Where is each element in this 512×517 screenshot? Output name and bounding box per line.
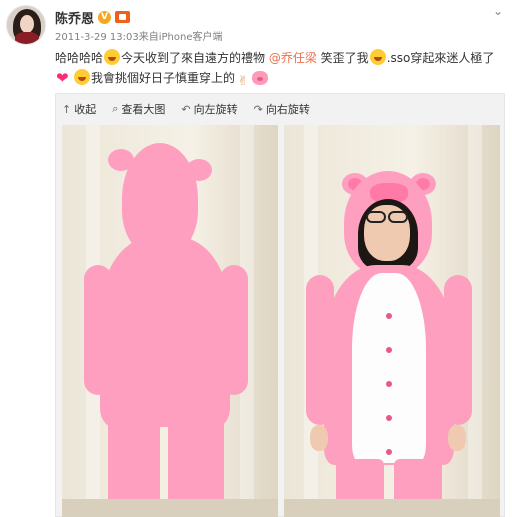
avatar-body (15, 32, 39, 44)
photo-back-view[interactable] (62, 125, 278, 517)
photo-group (62, 125, 500, 517)
weibo-post: 陈乔恩 V 2011-3-29 13:03来自iPhone客户端 ⌄ 哈哈哈哈 今… (0, 0, 512, 517)
rotate-left-button[interactable]: ↶ 向左旋转 (181, 101, 237, 117)
author-name[interactable]: 陈乔恩 (55, 8, 94, 27)
post-text-part-3: 笑歪了我 (316, 51, 369, 65)
mention-link[interactable]: @乔任梁 (269, 51, 317, 65)
post-text-part-2: 今天收到了來自遠方的禮物 (121, 51, 269, 65)
rotate-right-icon: ↷ (253, 102, 263, 116)
pig-suit-arm (306, 275, 334, 425)
photo-front-view[interactable] (284, 125, 500, 517)
suit-button (386, 415, 392, 421)
media-panel: ↑ 收起 ⌕ 查看大图 ↶ 向左旋转 ↷ 向右旋转 (55, 93, 505, 517)
rotate-left-label: 向左旋转 (193, 103, 238, 116)
rotate-right-label: 向右旋转 (265, 103, 310, 116)
pig-emoji-icon (252, 71, 269, 85)
pig-suit-arm (444, 275, 472, 425)
magnifier-icon: ⌕ (112, 102, 119, 115)
pig-suit-belly (352, 273, 426, 463)
glasses-lens (366, 211, 386, 223)
rotate-left-icon: ↶ (181, 102, 191, 116)
view-large-button[interactable]: ⌕ 查看大图 (112, 101, 165, 117)
rotate-right-button[interactable]: ↷ 向右旋转 (254, 101, 310, 117)
chevron-down-icon[interactable]: ⌄ (490, 4, 506, 18)
suit-button (386, 449, 392, 455)
person-hand (310, 425, 328, 451)
person-hand (448, 425, 466, 451)
suit-button (386, 381, 392, 387)
media-toolbar: ↑ 收起 ⌕ 查看大图 ↶ 向左旋转 ↷ 向右旋转 (56, 94, 504, 124)
post-time[interactable]: 2011-3-29 13:03 (55, 32, 139, 43)
suit-button (386, 313, 392, 319)
member-icon[interactable] (115, 11, 131, 23)
laugh-emoji-icon (104, 49, 121, 65)
laugh-emoji-icon (369, 49, 386, 65)
post-meta: 2011-3-29 13:03来自iPhone客户端 (55, 28, 223, 43)
author-row: 陈乔恩 V (55, 8, 131, 27)
view-large-label: 查看大图 (121, 103, 166, 116)
photo-floor (62, 499, 278, 517)
avatar-face (20, 15, 34, 33)
heart-emoji-icon (56, 71, 72, 85)
avatar[interactable] (6, 5, 46, 45)
post-text-part-5: 我會挑個好日子慎重穿上的 (91, 71, 236, 85)
collect-button[interactable]: ↑ 收起 (62, 101, 96, 117)
post-text-part-4: .sso穿起來迷人極了 (386, 51, 495, 65)
photo-floor (284, 499, 500, 517)
post-text-part-1: 哈哈哈哈 (55, 51, 104, 65)
post-text: 哈哈哈哈 今天收到了來自遠方的禮物 @乔任梁 笑歪了我 .sso穿起來迷人極了我會挑… (55, 48, 505, 89)
collect-label: 收起 (74, 103, 97, 116)
suit-button (386, 347, 392, 353)
post-source[interactable]: 来自iPhone客户端 (139, 32, 223, 43)
pig-suit-arm (84, 265, 112, 395)
pig-suit-arm (220, 265, 248, 395)
verified-icon: V (98, 10, 112, 24)
finger-emoji-icon: ✌ (237, 74, 249, 89)
collapse-icon: ↑ (62, 102, 72, 116)
glasses-lens (388, 211, 408, 223)
laugh-emoji-icon (74, 69, 90, 85)
pig-suit-body (100, 237, 230, 427)
